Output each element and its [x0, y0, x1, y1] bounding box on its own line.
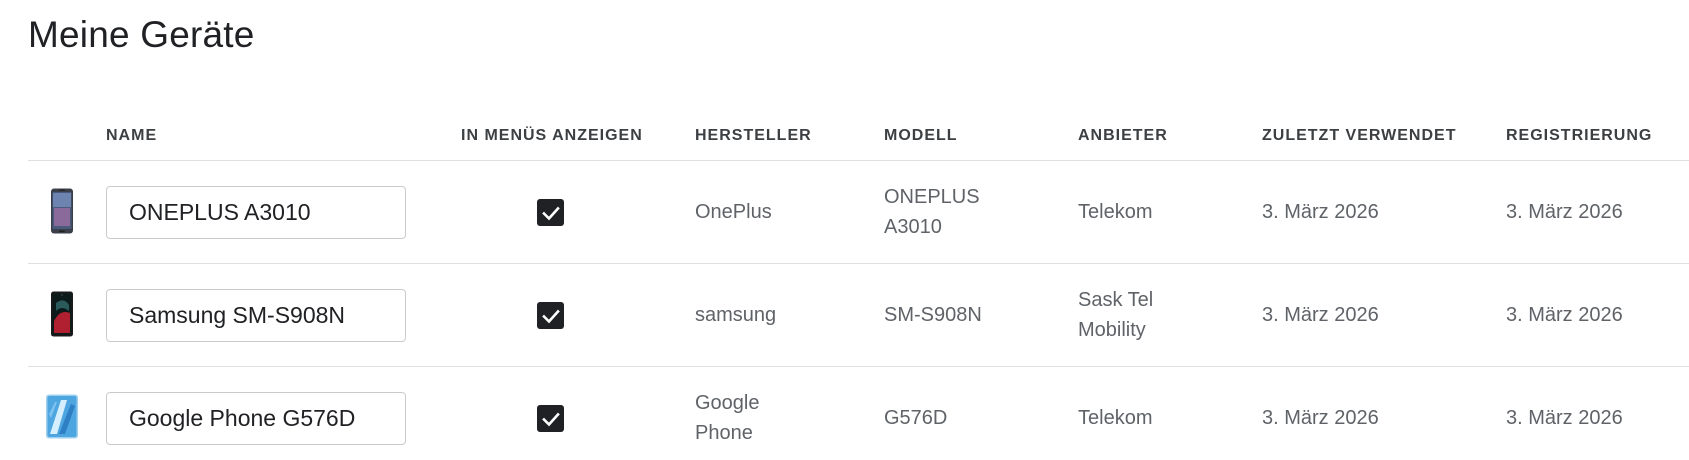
show-in-menus-checkbox[interactable] [537, 199, 564, 226]
manufacturer-cell: OnePlus [695, 201, 772, 223]
manufacturer-line: Google [695, 392, 760, 414]
header-last-used: ZULETZT VERWENDET [1262, 127, 1457, 144]
registration-cell: 3. März 2026 [1506, 407, 1623, 429]
checkmark-icon [541, 206, 560, 220]
device-name-input[interactable] [106, 392, 406, 445]
samsung-phone-icon [50, 291, 74, 337]
carrier-cell: Telekom [1078, 407, 1153, 429]
manufacturer-cell: samsung [695, 304, 777, 326]
header-carrier: ANBIETER [1078, 127, 1168, 144]
header-manufacturer: HERSTELLER [695, 127, 812, 144]
devices-table: NAME IN MENÜS ANZEIGEN HERSTELLER MODELL… [28, 108, 1689, 460]
table-row: OnePlus ONEPLUS A3010 Telekom 3. März 20… [28, 161, 1689, 264]
checkmark-icon [541, 309, 560, 323]
carrier-line: Sask Tel [1078, 289, 1154, 311]
model-line: ONEPLUS [884, 186, 980, 208]
header-name: NAME [106, 127, 158, 144]
registration-cell: 3. März 2026 [1506, 304, 1623, 326]
header-show-in-menus: IN MENÜS ANZEIGEN [461, 127, 643, 144]
checkmark-icon [541, 412, 560, 426]
carrier-line: Mobility [1078, 319, 1146, 341]
manufacturer-cell: Google Phone [695, 388, 845, 448]
oneplus-phone-icon [50, 188, 74, 234]
table-row: samsung SM-S908N Sask Tel Mobility 3. Mä… [28, 264, 1689, 367]
show-in-menus-checkbox[interactable] [537, 302, 564, 329]
model-cell: G576D [884, 407, 948, 429]
table-header-row: NAME IN MENÜS ANZEIGEN HERSTELLER MODELL… [28, 108, 1689, 161]
manufacturer-line: Phone [695, 422, 753, 444]
google-phone-icon [46, 394, 78, 440]
page-title: Meine Geräte [28, 14, 255, 55]
device-name-input[interactable] [106, 289, 406, 342]
model-cell: ONEPLUS A3010 [884, 182, 1034, 242]
last-used-cell: 3. März 2026 [1262, 201, 1379, 223]
show-in-menus-checkbox[interactable] [537, 405, 564, 432]
model-line: A3010 [884, 216, 942, 238]
table-row: Google Phone G576D Telekom 3. März 2026 … [28, 367, 1689, 460]
carrier-cell: Telekom [1078, 201, 1153, 223]
devices-page: Meine Geräte NAME IN MENÜS ANZEIGEN HERS… [0, 0, 1689, 460]
header-model: MODELL [884, 127, 958, 144]
carrier-cell: Sask Tel Mobility [1078, 285, 1228, 345]
last-used-cell: 3. März 2026 [1262, 407, 1379, 429]
header-registration: REGISTRIERUNG [1506, 127, 1653, 144]
last-used-cell: 3. März 2026 [1262, 304, 1379, 326]
registration-cell: 3. März 2026 [1506, 201, 1623, 223]
device-name-input[interactable] [106, 186, 406, 239]
model-cell: SM-S908N [884, 304, 982, 326]
